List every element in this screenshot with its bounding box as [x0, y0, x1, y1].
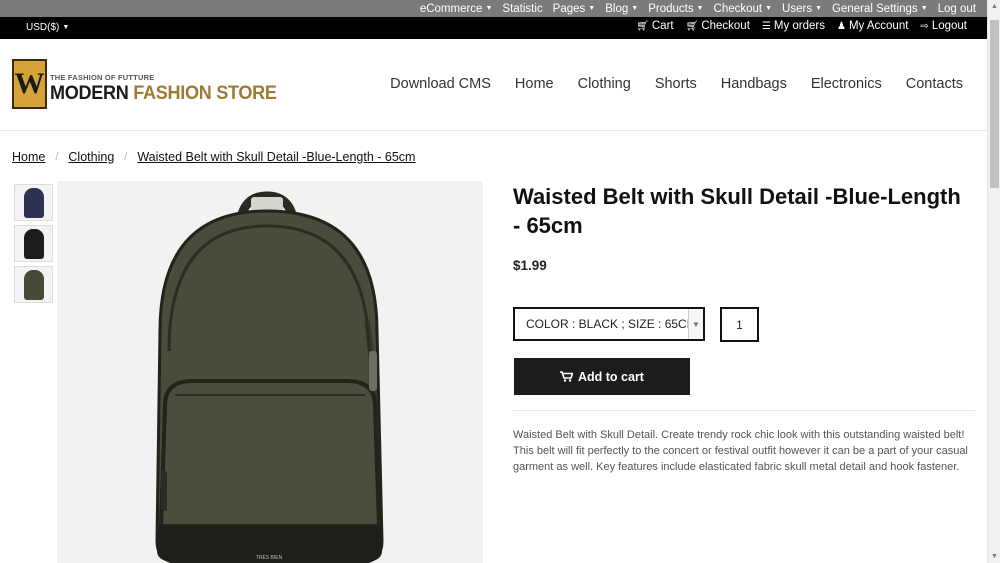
product-title: Waisted Belt with Skull Detail -Blue-Len… [513, 184, 961, 238]
user-link[interactable]: ♟ My Account [837, 20, 908, 32]
user-links: 🛒︎ Cart 🛒︎ Checkout ☰ My orders ♟ My Account ⇨ Lo… [636, 20, 967, 32]
nav-item[interactable]: Clothing [578, 76, 631, 92]
admin-menu-item[interactable]: General Settings ▼ [827, 3, 933, 15]
scrollbar-thumb[interactable] [990, 20, 999, 188]
scroll-down-icon[interactable]: ▼ [991, 553, 998, 560]
user-link-label: My Account [848, 20, 909, 32]
currency-label: USD($) [26, 22, 60, 33]
scrollbar[interactable]: ▲ ▼ [987, 0, 1000, 563]
top-bar: USD($) ▼ 🛒︎ Cart 🛒︎ Checkout ☰ My orders ♟ My A… [0, 17, 987, 39]
admin-menu-label: Products [648, 2, 694, 15]
product-price: $1.99 [513, 258, 547, 273]
backpack-thumbnail-image [23, 228, 44, 259]
admin-menu-label: eCommerce [419, 2, 483, 15]
breadcrumb-item[interactable]: Clothing [68, 150, 114, 164]
admin-menu-label: Checkout [713, 2, 763, 15]
main-nav: Download CMS Home Clothing Shorts Handbags El… [390, 76, 963, 92]
admin-menu-item[interactable]: Products ▼ [643, 3, 708, 15]
admin-menu-label: General Settings [832, 2, 918, 15]
admin-menu-label: Pages [552, 2, 586, 15]
thumbnail-list [14, 184, 53, 303]
nav-item[interactable]: Handbags [721, 76, 787, 92]
user-link-label: Cart [651, 20, 674, 32]
admin-menu-item[interactable]: Checkout ▼ [709, 3, 778, 15]
nav-item[interactable]: Electronics [811, 76, 882, 92]
user-icon: ♟ [837, 20, 846, 32]
divider [513, 410, 975, 411]
caret-down-icon: ▼ [920, 5, 928, 12]
product-thumbnail[interactable] [14, 266, 53, 303]
user-link[interactable]: ☰ My orders [762, 20, 825, 32]
nav-item[interactable]: Home [515, 76, 554, 92]
admin-menu-item[interactable]: Blog ▼ [600, 3, 643, 15]
breadcrumb-separator: / [124, 151, 128, 163]
nav-item[interactable]: Download CMS [390, 76, 491, 92]
caret-down-icon: ▼ [62, 24, 70, 31]
breadcrumb: Home / Clothing / Waisted Belt with Skull De… [12, 150, 415, 164]
site-header: W THE FASHION OF FUTTURE MODERN FASHION … [0, 39, 987, 131]
breadcrumb-item[interactable]: Waisted Belt with Skull Detail -Blue-Len… [137, 150, 415, 164]
admin-menu-label: Blog [605, 2, 629, 15]
user-link-label: Logout [931, 20, 967, 32]
breadcrumb-separator: / [55, 151, 59, 163]
add-to-cart-button[interactable]: Add to cart [514, 358, 690, 395]
caret-down-icon: ▼ [815, 5, 823, 12]
admin-menu-item[interactable]: Log out [933, 3, 981, 15]
variant-value: COLOR : BLACK ; SIZE : 65CM [526, 317, 697, 331]
admin-menu-label: Users [782, 2, 813, 15]
cart-icon: 🛒︎ [636, 20, 649, 32]
list-icon: ☰ [761, 20, 771, 32]
currency-selector[interactable]: USD($) ▼ [26, 22, 69, 33]
logout-icon: ⇨ [920, 20, 929, 32]
user-link[interactable]: 🛒︎ Cart [636, 20, 673, 32]
product-image[interactable]: TRÈS BIEN [57, 181, 483, 563]
scroll-up-icon[interactable]: ▲ [991, 3, 998, 10]
admin-menu-item[interactable]: Users ▼ [777, 3, 827, 15]
user-link[interactable]: ⇨ Logout [920, 20, 967, 32]
admin-menu-item[interactable]: Pages ▼ [548, 3, 601, 15]
breadcrumb-item[interactable]: Home [12, 150, 45, 164]
logo-letter: W [14, 67, 45, 100]
product-description: Waisted Belt with Skull Detail. Create t… [513, 429, 968, 473]
caret-down-icon: ▼ [696, 5, 704, 12]
logo-name-part2: FASHION STORE [133, 83, 277, 104]
admin-bar: eCommerce ▼ Statistic Pages ▼ Blog ▼ Products ▼ C… [0, 0, 987, 17]
chevron-down-icon: ▼ [688, 309, 703, 339]
admin-menu-label: Log out [937, 2, 976, 15]
user-link-label: Checkout [701, 20, 750, 32]
logo-name: MODERN FASHION STORE [50, 83, 277, 105]
caret-down-icon: ▼ [765, 5, 773, 12]
cart-icon: 🛒︎ [685, 20, 699, 32]
admin-menu: eCommerce ▼ Statistic Pages ▼ Blog ▼ Products ▼ C… [415, 0, 981, 17]
backpack-thumbnail-image [23, 187, 44, 218]
logo-name-part1: MODERN [50, 83, 134, 104]
caret-down-icon: ▼ [588, 5, 596, 12]
backpack-thumbnail-image [23, 269, 44, 300]
user-link-label: My orders [773, 20, 825, 32]
brand-mark: TRÈS BIEN [256, 554, 283, 561]
quantity-input[interactable]: 1 [720, 307, 759, 342]
nav-item[interactable]: Contacts [906, 76, 963, 92]
store-logo[interactable]: W THE FASHION OF FUTTURE MODERN FASHION … [12, 59, 277, 111]
cart-icon [560, 371, 573, 382]
add-to-cart-label: Add to cart [578, 369, 644, 384]
product-thumbnail[interactable] [14, 184, 53, 221]
logo-tagline: THE FASHION OF FUTTURE [50, 73, 155, 82]
caret-down-icon: ▼ [485, 5, 493, 12]
product-thumbnail[interactable] [14, 225, 53, 262]
admin-menu-item[interactable]: eCommerce ▼ [415, 3, 498, 15]
logo-badge: W [12, 59, 47, 109]
admin-menu-item[interactable]: Statistic [497, 3, 547, 15]
variant-select[interactable]: COLOR : BLACK ; SIZE : 65CM ▼ [513, 307, 705, 341]
backpack-image: TRÈS BIEN [57, 181, 483, 563]
user-link[interactable]: 🛒︎ Checkout [686, 20, 750, 32]
caret-down-icon: ▼ [631, 5, 639, 12]
nav-item[interactable]: Shorts [655, 76, 697, 92]
admin-menu-label: Statistic [502, 2, 543, 15]
